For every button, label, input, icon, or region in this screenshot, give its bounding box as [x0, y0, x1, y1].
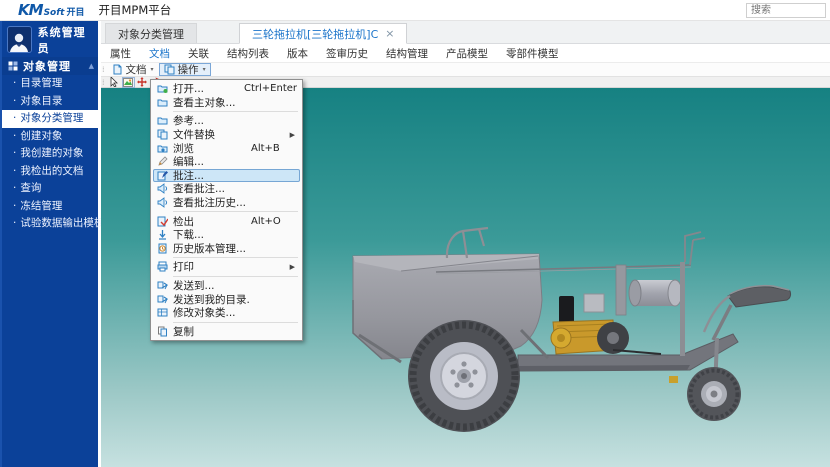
sidebar-item-object-classification[interactable]: ·对象分类管理	[0, 110, 98, 128]
document-toolbar: ⁞ 文档 ▾ 操作 ▾	[101, 63, 830, 76]
search-input[interactable]	[746, 3, 826, 18]
logo-km-text: KM	[18, 1, 43, 19]
sidebar-item-catalog-management[interactable]: ·目录管理	[0, 75, 98, 93]
menu-item-download[interactable]: 下载...	[153, 228, 300, 242]
avatar	[7, 26, 32, 53]
sidebar: 系统管理员 对象管理 ▲ ·目录管理 ·对象目录 ·对象分类管理 ·创建对象 ·…	[0, 21, 98, 467]
sidebar-item-test-data-template[interactable]: ·试验数据输出模板	[0, 215, 98, 233]
send-icon	[157, 280, 168, 291]
folder-icon	[157, 97, 168, 108]
tab-versions[interactable]: 版本	[278, 46, 317, 61]
operation-menu-button[interactable]: 操作 ▾	[159, 63, 211, 76]
menu-separator	[173, 111, 298, 112]
document-menu-button[interactable]: 文档 ▾	[107, 63, 159, 76]
detail-tab-bar: 属性 文档 关联 结构列表 版本 签审历史 结构管理 产品模型 零部件模型	[101, 44, 830, 63]
viewer-toolbar-grip[interactable]: ⁞	[102, 78, 105, 87]
annotate-icon	[157, 170, 168, 181]
menu-item-open[interactable]: 打开... Ctrl+Enter	[153, 82, 300, 96]
section-label: 对象管理	[23, 58, 71, 74]
app-window: KM Soft 开目 开目MPM平台 系统管理员 对象管	[0, 0, 830, 467]
file-replace-icon	[157, 129, 168, 140]
menu-item-copy[interactable]: 复制	[153, 325, 300, 339]
tab-structure-management[interactable]: 结构管理	[377, 46, 437, 61]
menu-separator	[173, 257, 298, 258]
menu-item-view-annotations[interactable]: 查看批注...	[153, 182, 300, 196]
sidebar-item-query[interactable]: ·查询	[0, 180, 98, 198]
operation-icon	[164, 64, 175, 75]
open-icon	[157, 83, 168, 94]
submenu-arrow-icon: ▶	[290, 263, 295, 271]
document-tab-bar: 对象分类管理 三轮拖拉机[三轮拖拉机]C ×	[101, 21, 830, 44]
menu-item-file-replace[interactable]: 文件替换 ▶	[153, 128, 300, 142]
sidebar-item-create-object[interactable]: ·创建对象	[0, 128, 98, 146]
menu-item-edit[interactable]: 编辑...	[153, 155, 300, 169]
dropdown-arrow-icon: ▾	[203, 66, 206, 73]
menu-separator	[173, 322, 298, 323]
close-tab-icon[interactable]: ×	[385, 27, 394, 40]
menu-item-reference[interactable]: 参考...	[153, 114, 300, 128]
copy-icon	[157, 326, 168, 337]
annotation-history-icon	[157, 197, 168, 208]
tab-object-classification[interactable]: 对象分类管理	[105, 23, 197, 43]
menu-item-modify-object-class[interactable]: 修改对象类...	[153, 306, 300, 320]
sidebar-item-object-catalog[interactable]: ·对象目录	[0, 93, 98, 111]
menu-item-send-to-my-catalog[interactable]: 发送到我的目录...	[153, 292, 300, 306]
view-image-icon[interactable]	[122, 77, 135, 88]
document-icon	[112, 64, 123, 75]
history-version-icon	[157, 243, 168, 254]
collapse-arrow-icon[interactable]: ▲	[89, 62, 94, 70]
browse-icon	[157, 143, 168, 154]
top-bar: KM Soft 开目 开目MPM平台	[0, 0, 830, 21]
menu-item-print[interactable]: 打印 ▶	[153, 260, 300, 274]
submenu-arrow-icon: ▶	[290, 131, 295, 139]
menu-item-send-to[interactable]: 发送到...	[153, 279, 300, 293]
menu-item-view-annotation-history[interactable]: 查看批注历史...	[153, 196, 300, 210]
person-icon	[8, 30, 30, 52]
logo-soft-text: Soft	[44, 8, 65, 18]
logo-cn-text: 开目	[66, 5, 84, 18]
platform-title: 开目MPM平台	[98, 2, 171, 18]
operation-dropdown-menu: 打开... Ctrl+Enter 查看主对象... 参考... 文件替换 ▶ 浏…	[150, 79, 303, 341]
printer-icon	[157, 261, 168, 272]
toolbar-grip[interactable]: ⁞	[102, 65, 105, 74]
view-annotations-icon	[157, 183, 168, 194]
pencil-icon	[157, 156, 168, 167]
check-out-icon	[157, 216, 168, 227]
menu-item-history-version[interactable]: 历史版本管理...	[153, 242, 300, 256]
tab-structure-list[interactable]: 结构列表	[218, 46, 278, 61]
menu-separator	[173, 276, 298, 277]
km-soft-logo: KM Soft 开目	[18, 1, 84, 19]
menu-item-browse[interactable]: 浏览 Alt+B	[153, 141, 300, 155]
user-name: 系统管理员	[38, 24, 94, 56]
sidebar-item-my-checked-out-docs[interactable]: ·我检出的文档	[0, 163, 98, 181]
pan-move-icon[interactable]	[136, 77, 149, 88]
menu-item-view-main-object[interactable]: 查看主对象...	[153, 96, 300, 110]
tab-part-model[interactable]: 零部件模型	[497, 46, 568, 61]
tab-tricycle-tractor[interactable]: 三轮拖拉机[三轮拖拉机]C ×	[239, 23, 407, 44]
download-icon	[157, 229, 168, 240]
modify-class-icon	[157, 307, 168, 318]
folder-icon	[157, 115, 168, 126]
tab-documents[interactable]: 文档	[140, 46, 179, 61]
tab-relations[interactable]: 关联	[179, 46, 218, 61]
tab-properties[interactable]: 属性	[101, 46, 140, 61]
menu-item-annotate[interactable]: 批注...	[153, 169, 300, 183]
user-row: 系统管理员	[0, 21, 98, 57]
grid-icon	[8, 61, 18, 71]
tab-product-model[interactable]: 产品模型	[437, 46, 497, 61]
sidebar-item-freeze-management[interactable]: ·冻结管理	[0, 198, 98, 216]
select-cursor-icon[interactable]	[108, 77, 121, 88]
sidebar-item-my-created-objects[interactable]: ·我创建的对象	[0, 145, 98, 163]
sidebar-menu: ·目录管理 ·对象目录 ·对象分类管理 ·创建对象 ·我创建的对象 ·我检出的文…	[0, 75, 98, 233]
dropdown-arrow-icon: ▾	[151, 66, 154, 73]
global-search	[746, 3, 826, 18]
tab-approval-history[interactable]: 签审历史	[317, 46, 377, 61]
send-icon	[157, 294, 168, 305]
menu-item-check-out[interactable]: 检出 Alt+O	[153, 214, 300, 228]
menu-separator	[173, 211, 298, 212]
sidebar-section-object-management[interactable]: 对象管理 ▲	[0, 57, 98, 75]
